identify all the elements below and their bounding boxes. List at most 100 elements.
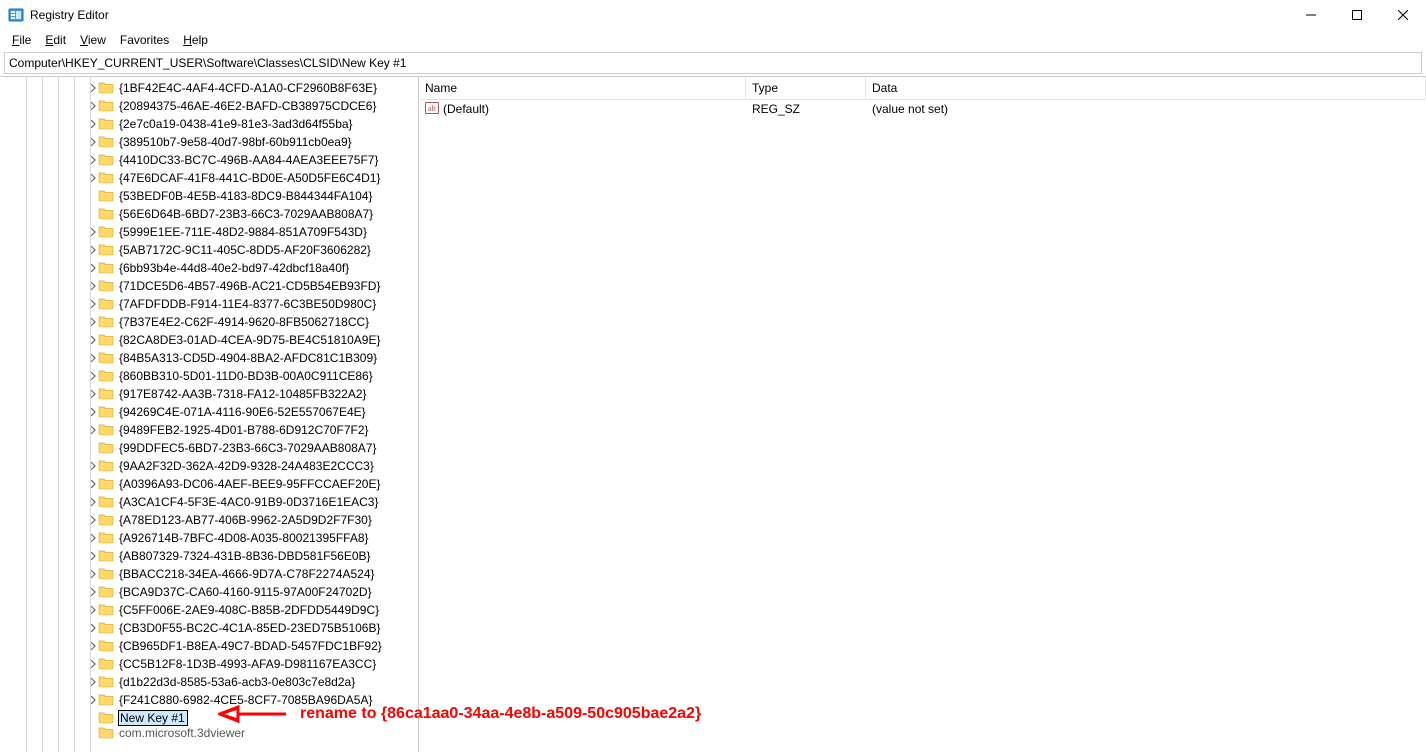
- expand-icon[interactable]: [88, 137, 98, 147]
- tree-item[interactable]: {6bb93b4e-44d8-40e2-bd97-42dbcf18a40f}: [0, 259, 418, 277]
- tree-item[interactable]: {917E8742-AA3B-7318-FA12-10485FB322A2}: [0, 385, 418, 403]
- expand-icon[interactable]: [88, 353, 98, 363]
- tree-item[interactable]: {F241C880-6982-4CE5-8CF7-7085BA96DA5A}: [0, 691, 418, 709]
- folder-icon: [98, 314, 118, 331]
- folder-icon: [98, 206, 118, 223]
- tree-item[interactable]: {1BF42E4C-4AF4-4CFD-A1A0-CF2960B8F63E}: [0, 79, 418, 97]
- tree-item[interactable]: {CC5B12F8-1D3B-4993-AFA9-D981167EA3CC}: [0, 655, 418, 673]
- tree-item[interactable]: {84B5A313-CD5D-4904-8BA2-AFDC81C1B309}: [0, 349, 418, 367]
- tree-item[interactable]: {A926714B-7BFC-4D08-A035-80021395FFA8}: [0, 529, 418, 547]
- expand-icon[interactable]: [88, 101, 98, 111]
- expand-icon[interactable]: [88, 623, 98, 633]
- expand-icon[interactable]: [88, 173, 98, 183]
- tree-item[interactable]: {53BEDF0B-4E5B-4183-8DC9-B844344FA104}: [0, 187, 418, 205]
- tree-item[interactable]: {7AFDFDDB-F914-11E4-8377-6C3BE50D980C}: [0, 295, 418, 313]
- tree-item[interactable]: {7B37E4E2-C62F-4914-9620-8FB5062718CC}: [0, 313, 418, 331]
- tree-item[interactable]: {9489FEB2-1925-4D01-B788-6D912C70F7F2}: [0, 421, 418, 439]
- tree-item[interactable]: {47E6DCAF-41F8-441C-BD0E-A50D5FE6C4D1}: [0, 169, 418, 187]
- maximize-button[interactable]: [1334, 0, 1380, 30]
- tree-item[interactable]: {4410DC33-BC7C-496B-AA84-4AEA3EEE75F7}: [0, 151, 418, 169]
- rename-input[interactable]: New Key #1: [118, 710, 188, 726]
- expand-icon[interactable]: [88, 407, 98, 417]
- expand-icon[interactable]: [88, 371, 98, 381]
- tree-item[interactable]: {9AA2F32D-362A-42D9-9328-24A483E2CCC3}: [0, 457, 418, 475]
- expand-icon[interactable]: [88, 335, 98, 345]
- tree-item[interactable]: {d1b22d3d-8585-53a6-acb3-0e803c7e8d2a}: [0, 673, 418, 691]
- tree-item-label: {56E6D64B-6BD7-23B3-66C3-7029AAB808A7}: [118, 207, 374, 221]
- expand-icon[interactable]: [88, 659, 98, 669]
- tree-item-label: {CC5B12F8-1D3B-4993-AFA9-D981167EA3CC}: [118, 657, 377, 671]
- expand-icon[interactable]: [88, 425, 98, 435]
- folder-icon: [98, 296, 118, 313]
- expand-icon[interactable]: [88, 245, 98, 255]
- tree-item[interactable]: {94269C4E-071A-4116-90E6-52E557067E4E}: [0, 403, 418, 421]
- tree-item[interactable]: {20894375-46AE-46E2-BAFD-CB38975CDCE6}: [0, 97, 418, 115]
- address-bar[interactable]: Computer\HKEY_CURRENT_USER\Software\Clas…: [4, 52, 1422, 74]
- folder-icon: [98, 440, 118, 457]
- close-button[interactable]: [1380, 0, 1426, 30]
- folder-icon: [98, 530, 118, 547]
- tree-scroll[interactable]: {1BF42E4C-4AF4-4CFD-A1A0-CF2960B8F63E}{2…: [0, 77, 418, 752]
- expand-icon[interactable]: [88, 227, 98, 237]
- col-name[interactable]: Name: [419, 77, 746, 99]
- tree-item[interactable]: {BBACC218-34EA-4666-9D7A-C78F2274A524}: [0, 565, 418, 583]
- expand-icon[interactable]: [88, 83, 98, 93]
- tree-item[interactable]: {5999E1EE-711E-48D2-9884-851A709F543D}: [0, 223, 418, 241]
- menu-help[interactable]: Help: [177, 31, 214, 49]
- col-data[interactable]: Data: [866, 77, 1426, 99]
- folder-icon: [98, 512, 118, 529]
- expand-icon[interactable]: [88, 569, 98, 579]
- expand-icon[interactable]: [88, 119, 98, 129]
- expand-icon[interactable]: [88, 389, 98, 399]
- tree-item[interactable]: {56E6D64B-6BD7-23B3-66C3-7029AAB808A7}: [0, 205, 418, 223]
- tree-item[interactable]: {CB965DF1-B8EA-49C7-BDAD-5457FDC1BF92}: [0, 637, 418, 655]
- expand-icon[interactable]: [88, 515, 98, 525]
- tree-item[interactable]: {82CA8DE3-01AD-4CEA-9D75-BE4C51810A9E}: [0, 331, 418, 349]
- expand-icon[interactable]: [88, 695, 98, 705]
- expand-icon[interactable]: [88, 605, 98, 615]
- menu-edit[interactable]: Edit: [39, 31, 72, 49]
- tree-item[interactable]: {2e7c0a19-0438-41e9-81e3-3ad3d64f55ba}: [0, 115, 418, 133]
- list-row[interactable]: ab(Default)REG_SZ(value not set): [419, 100, 1426, 118]
- expand-icon[interactable]: [88, 641, 98, 651]
- expand-icon[interactable]: [88, 551, 98, 561]
- expand-icon[interactable]: [88, 299, 98, 309]
- tree-item[interactable]: {BCA9D37C-CA60-4160-9115-97A00F24702D}: [0, 583, 418, 601]
- expand-icon[interactable]: [88, 677, 98, 687]
- expand-icon[interactable]: [88, 533, 98, 543]
- tree-item[interactable]: {389510b7-9e58-40d7-98bf-60b911cb0ea9}: [0, 133, 418, 151]
- expand-icon[interactable]: [88, 587, 98, 597]
- menu-view[interactable]: View: [74, 31, 112, 49]
- tree-item[interactable]: com.microsoft.3dviewer: [0, 727, 418, 739]
- string-value-icon: ab: [425, 101, 443, 118]
- tree-item[interactable]: {A78ED123-AB77-406B-9962-2A5D9D2F7F30}: [0, 511, 418, 529]
- menu-file[interactable]: File: [6, 31, 37, 49]
- expand-icon[interactable]: [88, 155, 98, 165]
- minimize-button[interactable]: [1288, 0, 1334, 30]
- tree-item-label: {6bb93b4e-44d8-40e2-bd97-42dbcf18a40f}: [118, 261, 350, 275]
- folder-icon: [98, 224, 118, 241]
- col-type[interactable]: Type: [746, 77, 866, 99]
- tree-item[interactable]: {AB807329-7324-431B-8B36-DBD581F56E0B}: [0, 547, 418, 565]
- folder-icon: [98, 638, 118, 655]
- expand-icon[interactable]: [88, 281, 98, 291]
- tree-item[interactable]: {860BB310-5D01-11D0-BD3B-00A0C911CE86}: [0, 367, 418, 385]
- expand-icon[interactable]: [88, 317, 98, 327]
- tree-item[interactable]: {A3CA1CF4-5F3E-4AC0-91B9-0D3716E1EAC3}: [0, 493, 418, 511]
- tree-item[interactable]: {71DCE5D6-4B57-496B-AC21-CD5B54EB93FD}: [0, 277, 418, 295]
- tree-item[interactable]: {5AB7172C-9C11-405C-8DD5-AF20F3606282}: [0, 241, 418, 259]
- tree-item[interactable]: {A0396A93-DC06-4AEF-BEE9-95FFCCAEF20E}: [0, 475, 418, 493]
- tree-item-editing[interactable]: New Key #1: [0, 709, 418, 727]
- expand-icon[interactable]: [88, 263, 98, 273]
- expand-icon[interactable]: [88, 479, 98, 489]
- folder-icon: [98, 422, 118, 439]
- tree: {1BF42E4C-4AF4-4CFD-A1A0-CF2960B8F63E}{2…: [0, 77, 418, 739]
- tree-item[interactable]: {99DDFEC5-6BD7-23B3-66C3-7029AAB808A7}: [0, 439, 418, 457]
- menu-favorites[interactable]: Favorites: [114, 31, 175, 49]
- tree-item-label: {94269C4E-071A-4116-90E6-52E557067E4E}: [118, 405, 367, 419]
- tree-item[interactable]: {C5FF006E-2AE9-408C-B85B-2DFDD5449D9C}: [0, 601, 418, 619]
- expand-icon[interactable]: [88, 497, 98, 507]
- expand-icon[interactable]: [88, 461, 98, 471]
- tree-item[interactable]: {CB3D0F55-BC2C-4C1A-85ED-23ED75B5106B}: [0, 619, 418, 637]
- tree-item-label: {CB965DF1-B8EA-49C7-BDAD-5457FDC1BF92}: [118, 639, 383, 653]
